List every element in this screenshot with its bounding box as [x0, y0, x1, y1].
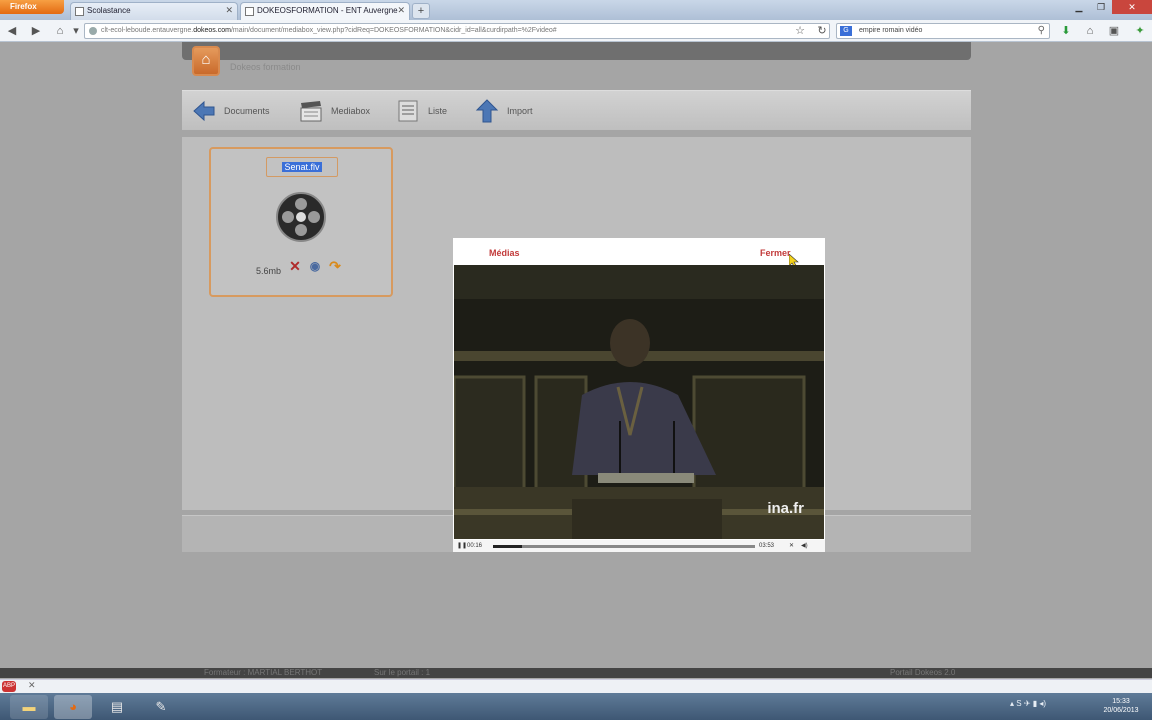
tab-title: DOKEOSFORMATION - ENT Auvergne: [257, 6, 398, 15]
reload-icon[interactable]: ↻: [814, 23, 830, 39]
video-player[interactable]: ina.fr: [454, 265, 824, 539]
list-icon: [398, 100, 418, 122]
close-icon[interactable]: ✕: [397, 5, 405, 16]
film-reel-icon[interactable]: [275, 191, 327, 243]
portal-header-bar: [182, 42, 971, 60]
file-name-field[interactable]: Senat.flv: [266, 157, 338, 177]
left-arrow-icon: [193, 100, 215, 122]
clock[interactable]: 15:33 20/06/2013: [1096, 697, 1146, 715]
system-tray: ▴ S ✈ ▮ ◂): [1010, 699, 1046, 708]
toolbar-label: Liste: [428, 106, 448, 116]
network-icon[interactable]: ▮: [1033, 699, 1037, 708]
popup-title: Médias: [489, 248, 520, 258]
search-text: empire romain vidéo: [859, 27, 923, 34]
firefox-menu-button[interactable]: Firefox: [0, 0, 64, 14]
addon-bar: ABP ✕: [0, 679, 1152, 693]
url-domain: dokeos.com: [193, 27, 231, 34]
toolbar-label: Import: [507, 106, 533, 116]
total-time: 03:53: [759, 543, 775, 549]
clapperboard-icon: [300, 101, 322, 122]
media-file-card[interactable]: Senat.flv 5.6mb ✕ ◉ ↷: [209, 147, 393, 297]
tray-expand-icon[interactable]: ▴: [1010, 699, 1014, 708]
footer-online: Sur le portail : 1: [374, 668, 431, 677]
toolbar-label: Mediabox: [331, 106, 371, 116]
folder-icon[interactable]: ▬: [10, 695, 48, 719]
url-bar[interactable]: clt-ecol-leboude.entauvergne.dokeos.com/…: [84, 23, 830, 39]
popup-close-link[interactable]: Fermer: [760, 248, 791, 258]
delete-icon[interactable]: ✕: [287, 258, 303, 274]
volume-tray-icon[interactable]: ◂): [1039, 699, 1046, 708]
page-icon: [245, 7, 254, 16]
url-host: clt-ecol-leboude.entauvergne.: [101, 27, 194, 34]
footer-trainer: Formateur : MARTIAL BERTHOT: [204, 668, 323, 677]
video-progress-track[interactable]: [493, 545, 755, 548]
portal-footer: Formateur : MARTIAL BERTHOT Sur le porta…: [0, 668, 1152, 678]
media-popup: Médias Fermer ina.fr ❚❚ 00:16 03:53 ✕ ◀): [453, 238, 825, 552]
skype-icon[interactable]: S: [1016, 699, 1021, 708]
tab-dokeosformation[interactable]: DOKEOSFORMATION - ENT Auvergne ✕: [240, 2, 410, 20]
page-viewport: ⌂ Dokeos formation Documents Mediabox Li…: [0, 42, 1152, 678]
forward-icon[interactable]: ▶: [28, 23, 44, 39]
addon-icon[interactable]: ✦: [1132, 23, 1148, 39]
video-controls: ❚❚ 00:16 03:53 ✕ ◀): [453, 540, 825, 552]
pause-icon[interactable]: ❚❚: [457, 541, 467, 551]
portal-name: Dokeos formation: [230, 62, 301, 72]
back-icon[interactable]: ◀: [4, 23, 20, 39]
pen-app-icon[interactable]: ✎: [142, 695, 180, 719]
browser-nav-bar: ◀ ▶ ⌂ ▾ clt-ecol-leboude.entauvergne.dok…: [0, 20, 1152, 42]
up-arrow-icon: [475, 99, 499, 123]
home-icon[interactable]: ⌂: [1082, 23, 1098, 39]
new-tab-button[interactable]: +: [412, 3, 430, 19]
browser-tab-bar: Firefox Scolastance ✕ DOKEOSFORMATION - …: [0, 0, 1152, 20]
view-icon[interactable]: ◉: [307, 258, 323, 274]
url-path: /main/document/mediabox_view.php?cidReq=…: [230, 27, 557, 34]
tab-scolastance[interactable]: Scolastance ✕: [70, 2, 238, 20]
adblock-icon[interactable]: ABP: [2, 681, 16, 692]
search-input[interactable]: G empire romain vidéo ⚲: [836, 23, 1050, 39]
video-progress-fill: [493, 545, 522, 548]
clock-date: 20/06/2013: [1103, 707, 1139, 714]
minimize-icon[interactable]: ▁: [1068, 0, 1090, 14]
file-name-text: Senat.flv: [282, 162, 322, 172]
tray-app-icon[interactable]: ✈: [1024, 699, 1031, 708]
video-frame-image: [454, 265, 824, 539]
page-icon: [75, 7, 84, 16]
portal-home-button[interactable]: ⌂: [192, 46, 220, 76]
file-size: 5.6mb: [256, 266, 282, 276]
current-time: 00:16: [467, 543, 483, 549]
history-dropdown-icon[interactable]: ▾: [68, 23, 84, 39]
clock-time: 15:33: [1112, 698, 1130, 705]
document-app-icon[interactable]: ▤: [98, 695, 136, 719]
search-engine-icon[interactable]: G: [840, 26, 852, 36]
footer-version: Portail Dokeos 2.0: [890, 668, 956, 677]
download-icon[interactable]: ⬇: [1058, 23, 1074, 39]
close-icon[interactable]: ✕: [225, 5, 233, 16]
fullscreen-icon[interactable]: ✕: [789, 541, 794, 551]
firefox-icon[interactable]: ◕: [54, 695, 92, 719]
home-nav-icon[interactable]: ⌂: [52, 23, 68, 39]
toolbar-label: Documents: [224, 106, 270, 116]
restore-icon[interactable]: ❐: [1090, 0, 1112, 14]
document-toolbar: Documents Mediabox Liste Import: [182, 90, 971, 130]
volume-icon[interactable]: ◀): [801, 541, 808, 551]
search-icon[interactable]: ⚲: [1038, 25, 1045, 36]
tab-title: Scolastance: [87, 6, 131, 15]
window-menu-icon[interactable]: ▣: [1106, 23, 1122, 39]
close-addon-bar-icon[interactable]: ✕: [28, 680, 36, 691]
window-close-icon[interactable]: ✕: [1112, 0, 1152, 14]
bookmark-star-icon[interactable]: ☆: [792, 23, 808, 39]
video-watermark: ina.fr: [767, 500, 804, 517]
os-taskbar: ▬ ◕ ▤ ✎ ▴ S ✈ ▮ ◂) 15:33 20/06/2013: [0, 693, 1152, 720]
move-icon[interactable]: ↷: [327, 258, 343, 274]
site-identity-icon: [89, 27, 97, 35]
